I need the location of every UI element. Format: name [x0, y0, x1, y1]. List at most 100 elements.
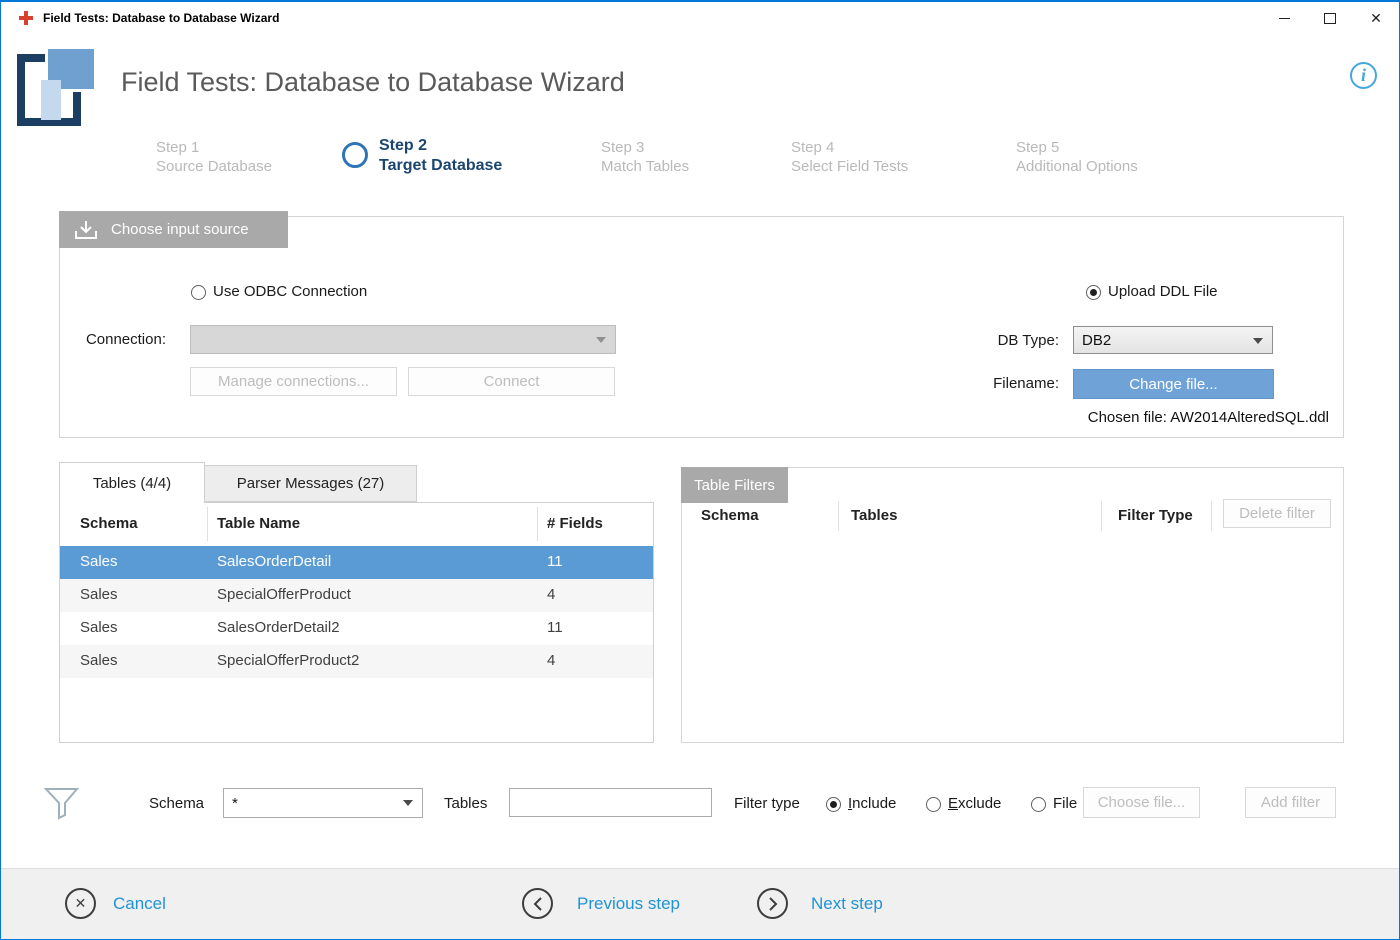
cell-schema: Sales: [80, 652, 118, 669]
input-source-panel-header: Choose input source: [59, 211, 288, 248]
cell-schema: Sales: [80, 586, 118, 603]
column-divider: [537, 507, 538, 541]
step-number: Step 4: [791, 138, 908, 157]
step-number: Step 2: [379, 136, 502, 156]
close-icon: ✕: [1370, 11, 1382, 25]
file-radio[interactable]: [1031, 797, 1046, 812]
cell-fields: 4: [547, 652, 555, 669]
previous-step-icon[interactable]: [522, 888, 553, 919]
medical-cross-icon: [19, 11, 33, 25]
maximize-button[interactable]: [1307, 2, 1353, 34]
db-type-label: DB Type:: [959, 332, 1059, 349]
table-row[interactable]: Sales SalesOrderDetail2 11: [60, 612, 653, 645]
input-source-panel-label: Choose input source: [111, 221, 249, 238]
db-type-dropdown[interactable]: DB2: [1073, 326, 1273, 354]
filter-column-schema: Schema: [701, 507, 759, 524]
table-row[interactable]: Sales SpecialOfferProduct2 4: [60, 645, 653, 678]
include-rest: nclude: [852, 795, 896, 812]
app-logo-icon: [17, 46, 99, 128]
step-label: Match Tables: [601, 157, 689, 176]
step-label: Additional Options: [1016, 157, 1138, 176]
next-step-icon[interactable]: [757, 888, 788, 919]
download-icon: [73, 219, 99, 241]
cell-table-name: SpecialOfferProduct2: [217, 652, 359, 669]
column-header-fields: # Fields: [547, 515, 603, 532]
step-1-source-database: Step 1 Source Database: [156, 138, 272, 176]
step-label: Select Field Tests: [791, 157, 908, 176]
step-5-additional-options: Step 5 Additional Options: [1016, 138, 1138, 176]
step-4-select-field-tests: Step 4 Select Field Tests: [791, 138, 908, 176]
tables-filter-label: Tables: [444, 795, 487, 812]
column-divider: [1101, 501, 1102, 531]
cell-fields: 4: [547, 586, 555, 603]
cell-table-name: SalesOrderDetail: [217, 553, 331, 570]
tab-tables[interactable]: Tables (4/4): [59, 462, 205, 503]
connection-label: Connection:: [61, 331, 166, 348]
include-radio[interactable]: [826, 797, 841, 812]
step-label: Source Database: [156, 157, 272, 176]
step-label: Target Database: [379, 156, 502, 176]
page-title: Field Tests: Database to Database Wizard: [121, 67, 625, 98]
filter-funnel-icon: [43, 784, 81, 822]
cell-table-name: SpecialOfferProduct: [217, 586, 351, 603]
connect-button[interactable]: Connect: [408, 367, 615, 396]
chevron-down-icon: [596, 337, 606, 343]
filter-column-tables: Tables: [851, 507, 897, 524]
tables-grid: Schema Table Name # Fields Sales SalesOr…: [59, 502, 654, 743]
cancel-icon[interactable]: ✕: [65, 888, 96, 919]
tables-filter-input[interactable]: [509, 788, 712, 817]
connection-dropdown[interactable]: [190, 325, 616, 354]
add-filter-button[interactable]: Add filter: [1245, 787, 1336, 818]
table-row[interactable]: Sales SpecialOfferProduct 4: [60, 579, 653, 612]
chosen-file-text: Chosen file: AW2014AlteredSQL.ddl: [1088, 409, 1329, 426]
schema-filter-label: Schema: [149, 795, 204, 812]
previous-step-button[interactable]: Previous step: [577, 894, 680, 914]
change-file-button[interactable]: Change file...: [1073, 369, 1274, 399]
odbc-connection-radio-label[interactable]: Use ODBC Connection: [213, 283, 367, 300]
step-number: Step 1: [156, 138, 272, 157]
cell-schema: Sales: [80, 619, 118, 636]
cell-fields: 11: [547, 619, 563, 636]
delete-filter-button[interactable]: Delete filter: [1223, 499, 1331, 528]
minimize-button[interactable]: [1261, 2, 1307, 34]
column-header-table-name: Table Name: [217, 515, 300, 532]
next-step-button[interactable]: Next step: [811, 894, 883, 914]
table-row-selected[interactable]: Sales SalesOrderDetail 11: [60, 546, 653, 579]
cell-table-name: SalesOrderDetail2: [217, 619, 340, 636]
filename-label: Filename:: [959, 375, 1059, 392]
step-number: Step 3: [601, 138, 689, 157]
upload-ddl-radio-label[interactable]: Upload DDL File: [1108, 283, 1218, 300]
chevron-down-icon: [403, 800, 413, 806]
column-header-schema: Schema: [80, 515, 138, 532]
footer-bar: [1, 868, 1399, 940]
step-number: Step 5: [1016, 138, 1138, 157]
choose-file-button[interactable]: Choose file...: [1083, 787, 1200, 818]
close-button[interactable]: ✕: [1353, 2, 1399, 34]
tab-parser-messages[interactable]: Parser Messages (27): [205, 465, 417, 502]
minimize-icon: [1279, 18, 1290, 19]
cell-schema: Sales: [80, 553, 118, 570]
upload-ddl-radio[interactable]: [1086, 285, 1101, 300]
schema-filter-value: *: [232, 795, 238, 812]
title-bar: Field Tests: Database to Database Wizard…: [1, 1, 1399, 33]
filter-type-label: Filter type: [734, 795, 800, 812]
cancel-button[interactable]: Cancel: [113, 894, 166, 914]
exclude-mnemonic: E: [948, 795, 958, 812]
step-2-target-database: Step 2 Target Database: [379, 136, 502, 176]
schema-filter-dropdown[interactable]: *: [223, 788, 423, 818]
active-step-circle-icon: [342, 142, 368, 168]
column-divider: [1211, 501, 1212, 531]
include-radio-label[interactable]: Include: [848, 795, 896, 812]
info-icon[interactable]: i: [1350, 62, 1377, 89]
table-filters-panel-label: Table Filters: [681, 467, 788, 503]
file-radio-label[interactable]: File: [1053, 795, 1077, 812]
odbc-connection-radio[interactable]: [191, 285, 206, 300]
exclude-radio-label[interactable]: Exclude: [948, 795, 1001, 812]
maximize-icon: [1324, 13, 1336, 24]
exclude-radio[interactable]: [926, 797, 941, 812]
cell-fields: 11: [547, 553, 563, 570]
manage-connections-button[interactable]: Manage connections...: [190, 367, 397, 396]
window-title: Field Tests: Database to Database Wizard: [43, 2, 279, 34]
step-3-match-tables: Step 3 Match Tables: [601, 138, 689, 176]
exclude-rest: xclude: [958, 795, 1001, 812]
